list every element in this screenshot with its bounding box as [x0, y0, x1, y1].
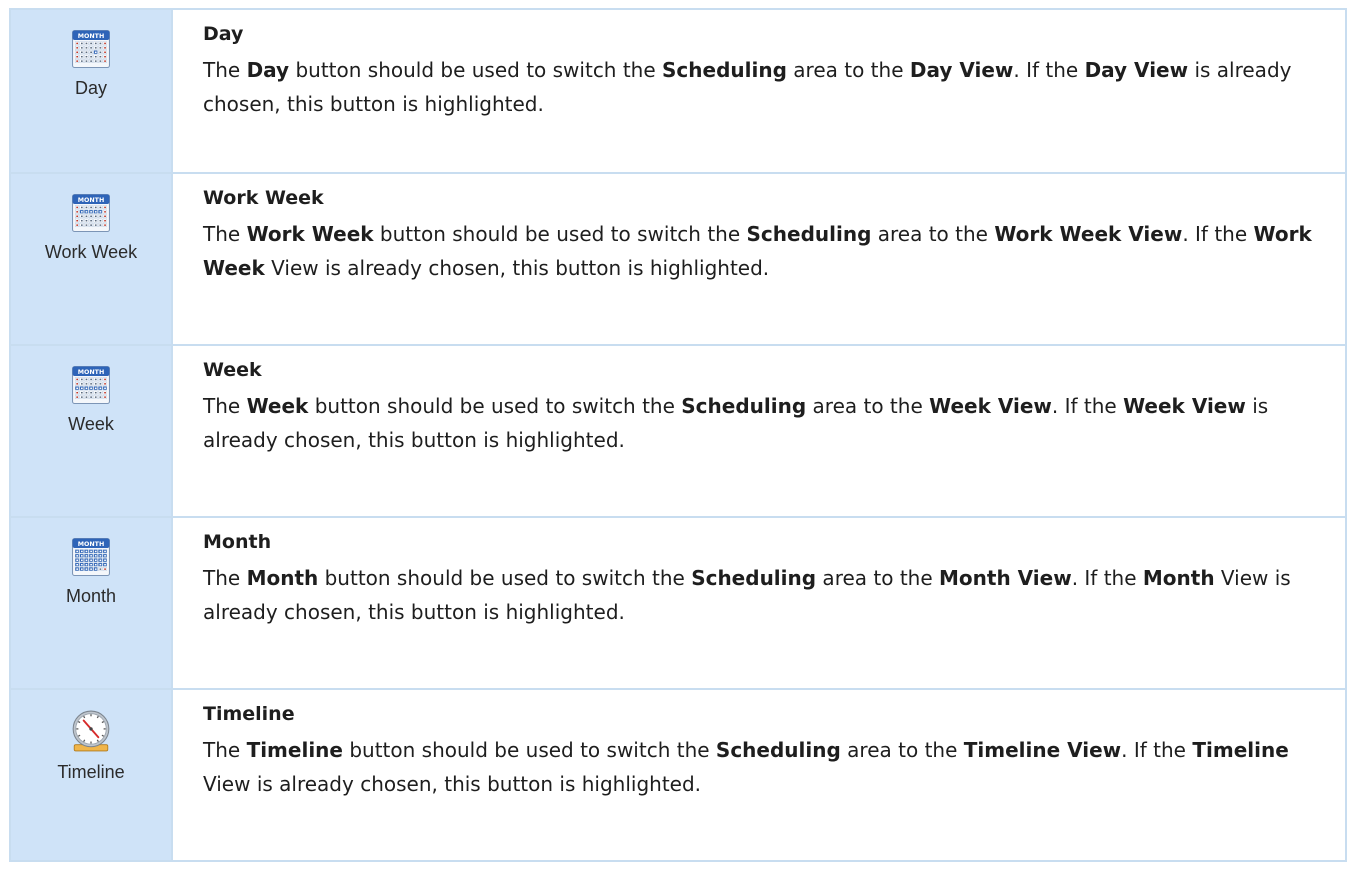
table-row: MONTH Week Week The Week button should be … — [9, 344, 1347, 518]
description-text: button should be used to switch the — [308, 394, 682, 418]
view-button-preview: MONTH Month — [11, 518, 171, 607]
button-preview-cell: MONTH Week — [9, 344, 173, 518]
description-text: View is already chosen, this button is h… — [203, 772, 702, 796]
emphasized-term: Day View — [909, 58, 1014, 82]
view-button-preview: MONTH Week — [11, 346, 171, 435]
calendar-day-icon: MONTH — [72, 30, 110, 68]
row-description: The Timeline button should be used to sw… — [203, 733, 1331, 801]
emphasized-term: Scheduling — [715, 738, 841, 762]
table-row: MONTH Work Week Work Week The Work Week bu… — [9, 172, 1347, 346]
description-text: . If the — [1071, 566, 1143, 590]
emphasized-term: Week View — [929, 394, 1052, 418]
emphasized-term: Month View — [939, 566, 1072, 590]
button-label: Timeline — [57, 762, 125, 782]
calendar-month-icon: MONTH — [72, 538, 110, 576]
emphasized-term: Day View — [1084, 58, 1189, 82]
button-preview-cell: MONTH Month — [9, 516, 173, 690]
emphasized-term: Scheduling — [681, 394, 807, 418]
emphasized-term: Scheduling — [662, 58, 787, 82]
description-text: The — [203, 566, 247, 590]
description-text: area to the — [786, 58, 910, 82]
button-label: Day — [74, 78, 107, 98]
description-text: . If the — [1013, 58, 1085, 82]
table-row: MONTH Month Month The Month button should … — [9, 516, 1347, 690]
description-text: The — [203, 738, 247, 762]
description-cell: Work Week The Work Week button should be … — [171, 172, 1347, 346]
description-text: area to the — [806, 394, 930, 418]
description-cell: Day The Day button should be used to swit… — [171, 8, 1347, 174]
row-title: Week — [203, 359, 262, 381]
description-text: . If the — [1182, 222, 1254, 246]
description-text: View is already chosen, this button is h… — [264, 256, 770, 280]
calendar-header-label: MONTH — [78, 369, 105, 376]
button-preview-cell: Timeline — [9, 688, 173, 862]
description-cell: Week The Week button should be used to sw… — [171, 344, 1347, 518]
calendar-header-label: MONTH — [78, 33, 105, 40]
button-label: Month — [65, 586, 117, 606]
description-text: button should be used to switch the — [342, 738, 716, 762]
description-text: area to the — [816, 566, 940, 590]
row-title: Day — [203, 23, 244, 45]
emphasized-term: Month — [246, 566, 319, 590]
emphasized-term: Day — [246, 58, 290, 82]
emphasized-term: Timeline View — [963, 738, 1122, 762]
row-description: The Week button should be used to switch… — [203, 389, 1331, 457]
description-text: The — [203, 58, 247, 82]
row-title: Work Week — [203, 187, 324, 209]
emphasized-term: Timeline — [1192, 738, 1289, 762]
button-reference-table: MONTH Day Day The Day button should be use… — [9, 8, 1347, 862]
description-text: button should be used to switch the — [318, 566, 692, 590]
calendar-header-label: MONTH — [78, 541, 105, 548]
row-title: Timeline — [203, 703, 295, 725]
table-row: MONTH Day Day The Day button should be use… — [9, 8, 1347, 174]
description-text: area to the — [840, 738, 964, 762]
button-label: Week — [68, 414, 114, 434]
calendar-header-label: MONTH — [78, 197, 105, 204]
emphasized-term: Week — [246, 394, 309, 418]
button-preview-cell: MONTH Work Week — [9, 172, 173, 346]
emphasized-term: Timeline — [246, 738, 343, 762]
view-button-preview: MONTH Work Week — [11, 174, 171, 263]
description-cell: Timeline The Timeline button should be us… — [171, 688, 1347, 862]
row-title: Month — [203, 531, 272, 553]
emphasized-term: Work Week View — [994, 222, 1183, 246]
description-text: . If the — [1051, 394, 1124, 418]
emphasized-term: Week View — [1123, 394, 1246, 418]
row-description: The Day button should be used to switch … — [203, 53, 1331, 121]
row-description: The Work Week button should be used to s… — [203, 217, 1331, 285]
description-text: The — [203, 222, 247, 246]
emphasized-term: Work Week — [246, 222, 374, 246]
button-preview-cell: MONTH Day — [9, 8, 173, 174]
description-text: button should be used to switch the — [289, 58, 663, 82]
description-text: area to the — [871, 222, 995, 246]
description-cell: Month The Month button should be used to … — [171, 516, 1347, 690]
view-button-preview: MONTH Day — [11, 10, 171, 99]
emphasized-term: Scheduling — [691, 566, 817, 590]
emphasized-term: Scheduling — [746, 222, 872, 246]
calendar-week-icon: MONTH — [72, 366, 110, 404]
table-row: Timeline Timeline The Timeline button shou… — [9, 688, 1347, 862]
description-text: . If the — [1121, 738, 1193, 762]
row-description: The Month button should be used to switc… — [203, 561, 1331, 629]
button-label: Work Week — [44, 242, 138, 262]
description-text: The — [203, 394, 247, 418]
calendar-work-week-icon: MONTH — [72, 194, 110, 232]
clock-timeline-icon — [71, 710, 111, 752]
description-text: button should be used to switch the — [373, 222, 747, 246]
view-button-preview: Timeline — [11, 690, 171, 783]
emphasized-term: Month — [1142, 566, 1215, 590]
